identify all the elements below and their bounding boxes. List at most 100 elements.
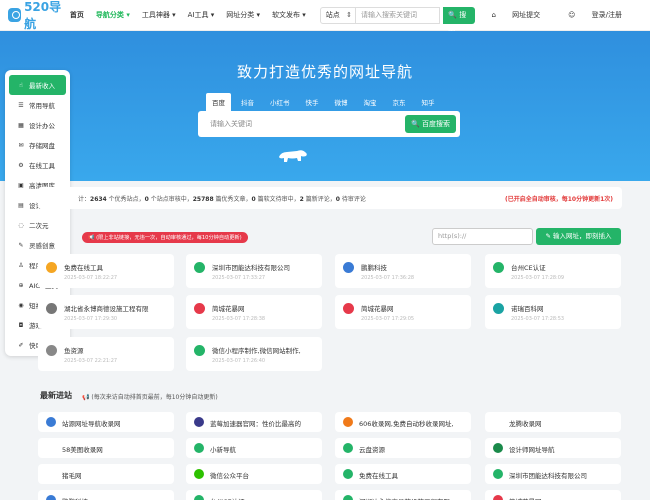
entry-name: 鹏鹏科技 bbox=[62, 496, 172, 500]
site-name: 简城花暴网 bbox=[361, 305, 394, 313]
site-icon bbox=[194, 417, 204, 427]
sidebar-item-label: 存储网盘 bbox=[29, 142, 55, 150]
site-card[interactable]: 深圳市团能达科技有限公司 2025-03-07 17:33:27 bbox=[186, 254, 322, 288]
site-icon bbox=[46, 469, 56, 479]
submit-notice-badge: 📢 (限上非站链接，无违一次，自动审核通过，每10分钟自动更新) bbox=[82, 232, 248, 243]
top-search-input[interactable]: 请输入搜索关键词 bbox=[356, 6, 441, 24]
tab-weibo[interactable]: 微博 bbox=[329, 93, 354, 111]
entry-card[interactable]: 小新导航 bbox=[186, 438, 322, 458]
site-card[interactable]: 免费在线工具 2025-03-07 18:22:27 bbox=[38, 254, 174, 288]
tab-baidu[interactable]: 百度 bbox=[206, 93, 231, 111]
site-icon bbox=[493, 443, 503, 453]
video-icon: ◉ bbox=[18, 301, 24, 309]
entry-card[interactable]: 龙腾收录网 bbox=[485, 412, 621, 432]
site-icon bbox=[46, 262, 57, 273]
site-time: 2025-03-07 17:36:28 bbox=[361, 275, 415, 281]
entry-card[interactable]: 免费在线工具 bbox=[335, 464, 471, 484]
sidebar-item-common[interactable]: ☰ 常用导航 bbox=[9, 95, 66, 115]
nav-ai[interactable]: AI工具 ▾ bbox=[188, 10, 215, 20]
entry-name: 简城花暴网 bbox=[509, 496, 619, 500]
entry-card[interactable]: 蓝莓加速器官网：性价比最高的 bbox=[186, 412, 322, 432]
site-icon bbox=[493, 303, 504, 314]
nav-home[interactable]: 首页 bbox=[70, 10, 84, 20]
nav-sites[interactable]: 网址分类 ▾ bbox=[226, 10, 260, 20]
site-logo[interactable]: 520导航 bbox=[8, 0, 70, 32]
hero-search-input[interactable]: 请输入关键词 bbox=[210, 119, 252, 129]
home-icon: ⌂ bbox=[491, 11, 499, 19]
tab-taobao[interactable]: 淘宝 bbox=[358, 93, 383, 111]
entry-card[interactable]: 站源网址导航收录网 bbox=[38, 412, 174, 432]
site-name: 鱼资源 bbox=[64, 347, 84, 355]
sidebar-item-online-tools[interactable]: ⚙ 在线工具 bbox=[9, 155, 66, 175]
site-icon bbox=[343, 417, 353, 427]
nav-download[interactable]: 导航分类 ▾ bbox=[96, 10, 130, 20]
entry-card[interactable]: 云盘资源 bbox=[335, 438, 471, 458]
submit-url-label: 输入网址，即刻插入 bbox=[553, 232, 612, 240]
sidebar-item-label: 常用导航 bbox=[29, 102, 55, 110]
site-time: 2025-03-07 17:28:38 bbox=[212, 316, 266, 322]
site-time: 2025-03-07 17:28:09 bbox=[511, 275, 565, 281]
nav-tools[interactable]: 工具神器 ▾ bbox=[142, 10, 176, 20]
site-icon bbox=[493, 495, 503, 500]
entry-card[interactable]: 58美图收录网 bbox=[38, 438, 174, 458]
entry-card[interactable]: 深圳市团能达科技有限公司 bbox=[485, 464, 621, 484]
search-type-select[interactable]: 站点 bbox=[319, 6, 357, 24]
book-icon: ▤ bbox=[18, 201, 24, 209]
nav-articles[interactable]: 软文发布 ▾ bbox=[272, 10, 306, 20]
url-input[interactable]: http(s):// bbox=[432, 228, 533, 245]
tab-zhihu[interactable]: 知乎 bbox=[416, 93, 441, 111]
entry-card[interactable]: 微信公众平台 bbox=[186, 464, 322, 484]
site-icon bbox=[194, 303, 205, 314]
site-card[interactable]: 台州CE认证 2025-03-07 17:28:09 bbox=[485, 254, 621, 288]
top-navbar: 520导航 首页 导航分类 ▾ 工具神器 ▾ AI工具 ▾ 网址分类 ▾ 软文发… bbox=[0, 0, 650, 36]
top-search-button[interactable]: 🔍 搜索 bbox=[443, 6, 476, 36]
entry-card[interactable]: 606收录网,免费自动秒收录网址, bbox=[335, 412, 471, 432]
site-card[interactable]: 诺瑞百科网 2025-03-07 17:28:53 bbox=[485, 295, 621, 329]
tab-jd[interactable]: 京东 bbox=[387, 93, 412, 111]
edit-icon: ✎ bbox=[545, 232, 553, 240]
entry-name: 小新导航 bbox=[210, 446, 236, 454]
site-icon bbox=[493, 262, 504, 273]
site-card[interactable]: 微信小程序制作,微信网站制作, 2025-03-07 17:26:40 bbox=[186, 337, 322, 371]
entry-name: 微信公众平台 bbox=[210, 472, 249, 480]
entry-name: 58美图收录网 bbox=[62, 446, 103, 454]
hero-search-button[interactable]: 🔍 百度搜索 bbox=[405, 115, 456, 133]
tab-xiaohongshu[interactable]: 小红书 bbox=[264, 93, 296, 111]
gamepad-icon: ◘ bbox=[18, 321, 24, 329]
login-link[interactable]: ☺ 登录/注册 bbox=[568, 10, 636, 20]
entry-name: 站源网址导航收录网 bbox=[62, 420, 121, 428]
site-card[interactable]: 简城花暴网 2025-03-07 17:29:05 bbox=[335, 295, 471, 329]
entry-card[interactable]: 鹏鹏科技 bbox=[38, 490, 174, 500]
entry-card[interactable]: 台州CE认证 bbox=[186, 490, 322, 500]
site-time: 2025-03-07 17:29:30 bbox=[64, 316, 118, 322]
sidebar-item-anime[interactable]: ◌ 二次元 bbox=[9, 215, 66, 235]
entry-name: 河湖达永信商县施设施工程有限 bbox=[359, 496, 469, 500]
sidebar-item-design-office[interactable]: ▦ 设计办公 bbox=[9, 115, 66, 135]
sidebar-item-storage[interactable]: ✉ 存储网盘 bbox=[9, 135, 66, 155]
submit-site-link[interactable]: ⌂ 网址提交 bbox=[491, 10, 554, 20]
site-name: 台州CE认证 bbox=[511, 264, 546, 272]
entry-card[interactable]: 河湖达永信商县施设施工程有限 bbox=[335, 490, 471, 500]
entry-name: 云盘资源 bbox=[359, 446, 385, 454]
site-card[interactable]: 鱼资源 2025-03-07 22:21:27 bbox=[38, 337, 174, 371]
tab-douyin[interactable]: 抖音 bbox=[235, 93, 260, 111]
site-card[interactable]: 简城花暴网 2025-03-07 17:28:38 bbox=[186, 295, 322, 329]
entry-name: 606收录网,免费自动秒收录网址, bbox=[359, 420, 454, 428]
site-icon bbox=[46, 303, 57, 314]
submit-url-button[interactable]: ✎ 输入网址，即刻插入 bbox=[536, 228, 621, 245]
logo-icon bbox=[8, 8, 22, 22]
entry-name: 台州CE认证 bbox=[210, 496, 320, 500]
entry-card[interactable]: 设计师网址导航 bbox=[485, 438, 621, 458]
entry-card[interactable]: 猪毛网 bbox=[38, 464, 174, 484]
polar-bear-icon bbox=[279, 150, 307, 162]
entry-card[interactable]: 简城花暴网 bbox=[485, 490, 621, 500]
sidebar-item-latest[interactable]: ☝ 最新收入 bbox=[9, 75, 66, 95]
site-card[interactable]: 鹏鹏科技 2025-03-07 17:36:28 bbox=[335, 254, 471, 288]
hero-banner: 致力打造优秀的网址导航 百度 抖音 小红书 快手 微博 淘宝 京东 知乎 请输入… bbox=[0, 31, 650, 181]
sidebar-item-label: 在线工具 bbox=[29, 162, 55, 170]
site-time: 2025-03-07 22:21:27 bbox=[64, 358, 118, 364]
site-card[interactable]: 湖北省永博商德设施工程有限 2025-03-07 17:29:30 bbox=[38, 295, 174, 329]
sidebar-item-inspiration[interactable]: ✎ 灵感创意 bbox=[9, 235, 66, 255]
tab-kuaishou[interactable]: 快手 bbox=[300, 93, 325, 111]
site-time: 2025-03-07 17:29:05 bbox=[361, 316, 415, 322]
